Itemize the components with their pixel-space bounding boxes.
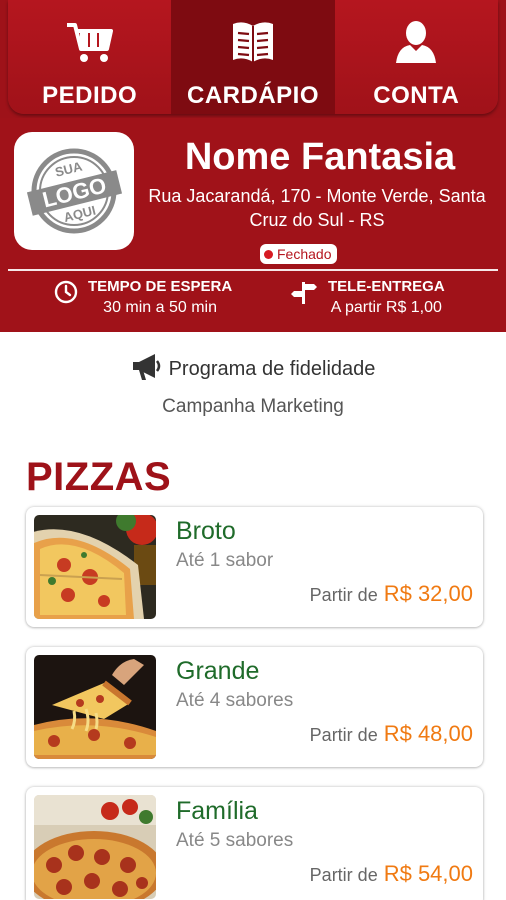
menu-item-card[interactable]: Grande Até 4 sabores Partir de R$ 48,00 <box>26 647 483 767</box>
tab-conta-label: CONTA <box>373 82 460 109</box>
status-dot-icon <box>264 249 273 259</box>
price-value: R$ 48,00 <box>383 721 473 746</box>
section-title: PIZZAS <box>26 455 172 499</box>
tab-cardapio-label: CARDÁPIO <box>186 82 319 109</box>
price-prefix: Partir de <box>309 725 378 745</box>
item-price: Partir de R$ 48,00 <box>310 721 473 747</box>
signpost-icon <box>290 280 318 309</box>
price-prefix: Partir de <box>309 865 378 885</box>
wait-time-title: TEMPO DE ESPERA <box>88 278 233 295</box>
header-divider <box>8 269 498 271</box>
pizza-image <box>34 515 156 619</box>
store-header: SUA LOGO AQUI Nome Fantasia Rua Jacarand… <box>0 118 506 332</box>
store-name: Nome Fantasia <box>184 136 456 178</box>
wait-time-info: TEMPO DE ESPERA 30 min a 50 min <box>54 278 232 317</box>
pizza-image <box>34 795 156 899</box>
status-badge: Fechado <box>260 244 338 264</box>
tab-pedido-label: PEDIDO <box>42 82 138 109</box>
item-price: Partir de R$ 32,00 <box>310 581 473 607</box>
status-label: Fechado <box>277 246 332 262</box>
tab-cardapio[interactable]: CARDÁPIO <box>171 0 335 114</box>
item-price: Partir de R$ 54,00 <box>310 861 473 887</box>
item-name: Grande <box>176 657 260 685</box>
tab-pedido[interactable]: PEDIDO <box>8 0 171 114</box>
clock-icon <box>54 280 78 309</box>
price-prefix: Partir de <box>309 585 378 605</box>
menu-item-card[interactable]: Broto Até 1 sabor Partir de R$ 32,00 <box>26 507 483 627</box>
item-subtitle: Até 4 sabores <box>176 690 294 711</box>
tab-conta[interactable]: CONTA <box>335 0 498 114</box>
item-name: Broto <box>176 517 236 545</box>
delivery-title: TELE-ENTREGA <box>328 278 445 295</box>
megaphone-icon <box>131 352 163 387</box>
pizza-image <box>34 655 156 759</box>
price-value: R$ 54,00 <box>383 861 473 886</box>
delivery-value: A partir R$ 1,00 <box>330 299 442 316</box>
cart-icon <box>65 18 115 66</box>
delivery-info: TELE-ENTREGA A partir R$ 1,00 <box>290 278 445 317</box>
item-subtitle: Até 1 sabor <box>176 550 274 571</box>
item-name: Família <box>176 797 258 825</box>
campaign-label: Campanha Marketing <box>162 396 344 417</box>
loyalty-program[interactable]: Programa de fidelidade <box>0 352 506 387</box>
store-logo: SUA LOGO AQUI <box>14 132 134 250</box>
user-icon <box>392 18 440 66</box>
loyalty-label: Programa de fidelidade <box>168 358 376 380</box>
menu-item-card[interactable]: Família Até 5 sabores Partir de R$ 54,00 <box>26 787 483 900</box>
item-subtitle: Até 5 sabores <box>176 830 294 851</box>
wait-time-value: 30 min a 50 min <box>103 299 218 316</box>
top-nav: PEDIDO CARDÁPIO CONTA <box>0 0 506 118</box>
price-value: R$ 32,00 <box>383 581 473 606</box>
store-address: Rua Jacarandá, 170 - Monte Verde, Santa … <box>148 186 486 230</box>
menu-book-icon <box>229 18 277 66</box>
